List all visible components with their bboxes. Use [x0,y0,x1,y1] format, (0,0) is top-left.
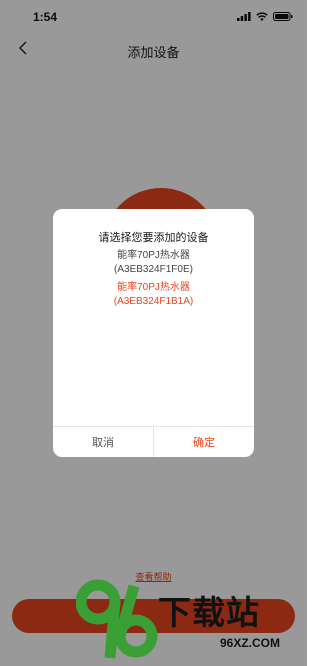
dialog-title: 请选择您要添加的设备 [98,232,209,244]
dialog-actions: 取消 确定 [53,426,254,457]
device-mac: (A3EB324F1B1A) [113,296,194,307]
watermark-logo: 下载站 96XZ.COM [75,574,307,666]
confirm-button[interactable]: 确定 [154,427,254,457]
watermark-96-icon [75,579,158,659]
device-select-dialog: 请选择您要添加的设备 能率70PJ热水器 (A3EB324F1F0E) 能率70… [53,209,254,457]
cancel-button[interactable]: 取消 [53,427,154,457]
watermark-url: 96XZ.COM [220,636,281,650]
watermark-text: 下载站 [158,594,260,631]
device-name: 能率70PJ热水器 [117,250,190,261]
device-option[interactable]: 能率70PJ热水器 (A3EB324F1F0E) [53,249,254,277]
device-option-selected[interactable]: 能率70PJ热水器 (A3EB324F1B1A) [53,281,254,309]
device-name: 能率70PJ热水器 [117,282,190,293]
device-mac: (A3EB324F1F0E) [114,264,193,275]
